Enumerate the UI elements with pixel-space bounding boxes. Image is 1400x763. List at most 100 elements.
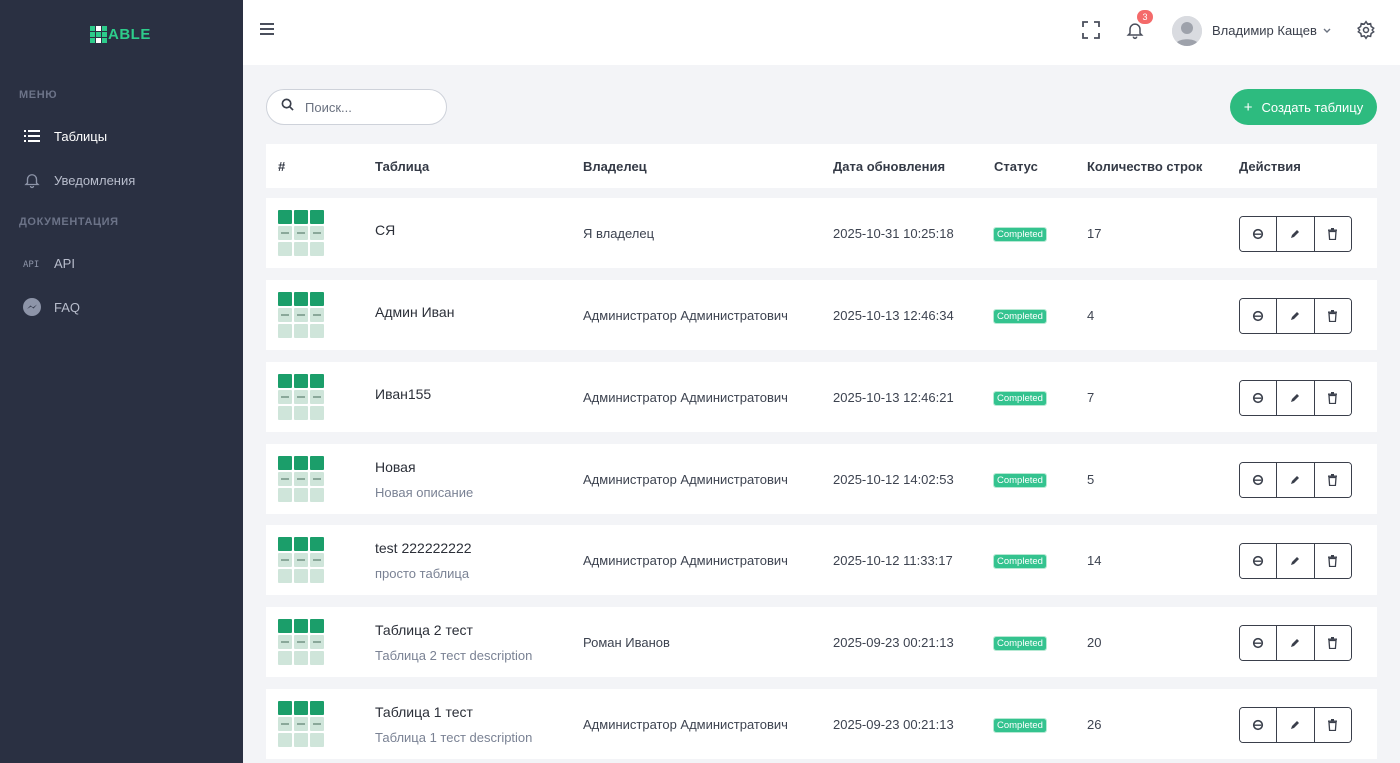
edit-icon[interactable]	[1277, 708, 1315, 742]
open-browser-icon[interactable]	[1240, 626, 1278, 660]
trash-icon[interactable]	[1314, 544, 1351, 578]
updated-cell: 2025-10-31 10:25:18	[833, 226, 954, 241]
menu-icon[interactable]	[260, 22, 278, 40]
table-name[interactable]: Таблица 1 тест	[375, 704, 473, 720]
updated-cell: 2025-10-13 12:46:34	[833, 308, 954, 323]
svg-text:API: API	[23, 260, 39, 268]
owner-cell: Роман Иванов	[583, 635, 670, 650]
trash-icon[interactable]	[1314, 381, 1351, 415]
sidebar-section-docs: ДОКУМЕНТАЦИЯ	[19, 216, 119, 228]
user-name: Владимир Кащев	[1212, 23, 1317, 38]
table-name[interactable]: Таблица 2 тест	[375, 622, 473, 638]
header-table: Таблица	[375, 159, 430, 174]
table-grid-icon	[278, 210, 324, 256]
table-row[interactable]: СЯ Я владелец 2025-10-31 10:25:18 Completed…	[266, 198, 1377, 268]
row-actions	[1239, 625, 1352, 661]
table-name[interactable]: test 222222222	[375, 540, 472, 556]
open-browser-icon[interactable]	[1240, 381, 1278, 415]
sidebar-item-notifications[interactable]: Уведомления	[22, 168, 135, 192]
trash-icon[interactable]	[1314, 217, 1351, 251]
trash-icon[interactable]	[1314, 299, 1351, 333]
sidebar-item-label: FAQ	[54, 299, 81, 315]
table-description: Новая описание	[375, 485, 474, 500]
sidebar-item-api[interactable]: API API	[22, 251, 75, 275]
table-grid-icon	[278, 374, 324, 420]
table-grid-icon	[278, 456, 324, 502]
header-status: Статус	[994, 159, 1038, 174]
messenger-icon	[22, 297, 42, 317]
table-row[interactable]: Админ Иван Администратор Администратович 2…	[266, 280, 1377, 350]
open-browser-icon[interactable]	[1240, 708, 1278, 742]
edit-icon[interactable]	[1277, 463, 1315, 497]
api-icon: API	[22, 253, 42, 273]
create-table-label: Создать таблицу	[1261, 99, 1364, 115]
trash-icon[interactable]	[1314, 626, 1351, 660]
owner-cell: Администратор Администратович	[583, 472, 788, 487]
trash-icon[interactable]	[1314, 708, 1351, 742]
sidebar-item-label: Уведомления	[54, 172, 136, 188]
table-description: Таблица 2 тест description	[375, 648, 533, 663]
open-browser-icon[interactable]	[1240, 463, 1278, 497]
chevron-down-icon	[1323, 26, 1331, 36]
sidebar-item-faq[interactable]: FAQ	[22, 295, 80, 319]
bell-icon	[22, 170, 42, 190]
table-description: Таблица 1 тест description	[375, 730, 533, 745]
row-actions	[1239, 216, 1352, 252]
create-table-button[interactable]: + Создать таблицу	[1230, 89, 1377, 125]
row-actions	[1239, 380, 1352, 416]
table-name[interactable]: Иван155	[375, 386, 431, 402]
open-browser-icon[interactable]	[1240, 299, 1278, 333]
status-badge: Completed	[993, 636, 1047, 651]
table-row[interactable]: Новая Новая описание Администратор Админис…	[266, 444, 1377, 514]
rows-count-cell: 4	[1087, 308, 1095, 323]
owner-cell: Администратор Администратович	[583, 553, 788, 568]
edit-icon[interactable]	[1277, 299, 1315, 333]
rows-count-cell: 5	[1087, 472, 1095, 487]
edit-icon[interactable]	[1277, 626, 1315, 660]
owner-cell: Администратор Администратович	[583, 717, 788, 732]
table-grid-icon	[278, 701, 324, 747]
sidebar-item-tables[interactable]: Таблицы	[22, 124, 107, 148]
trash-icon[interactable]	[1314, 463, 1351, 497]
row-actions	[1239, 707, 1352, 743]
rows-count-cell: 26	[1087, 717, 1102, 732]
row-actions	[1239, 543, 1352, 579]
table-row[interactable]: Иван155 Администратор Администратович 2025…	[266, 362, 1377, 432]
status-badge: Completed	[993, 473, 1047, 488]
row-actions	[1239, 298, 1352, 334]
fullscreen-icon[interactable]	[1080, 19, 1102, 41]
edit-icon[interactable]	[1277, 544, 1315, 578]
table-name[interactable]: Админ Иван	[375, 304, 454, 320]
owner-cell: Я владелец	[583, 226, 655, 241]
logo[interactable]: ABLE	[90, 24, 151, 44]
table-name[interactable]: СЯ	[375, 222, 395, 238]
avatar[interactable]	[1172, 16, 1202, 46]
updated-cell: 2025-09-23 00:21:13	[833, 717, 954, 732]
updated-cell: 2025-10-13 12:46:21	[833, 390, 954, 405]
owner-cell: Администратор Администратович	[583, 308, 788, 323]
settings-icon[interactable]	[1355, 19, 1377, 41]
status-badge: Completed	[993, 227, 1047, 242]
status-badge: Completed	[993, 309, 1047, 324]
table-grid-icon	[278, 619, 324, 665]
rows-count-cell: 20	[1087, 635, 1102, 650]
status-badge: Completed	[993, 391, 1047, 406]
table-grid-icon	[278, 292, 324, 338]
header-updated: Дата обновления	[833, 159, 946, 174]
open-browser-icon[interactable]	[1240, 544, 1278, 578]
table-name[interactable]: Новая	[375, 459, 416, 475]
open-browser-icon[interactable]	[1240, 217, 1278, 251]
row-actions	[1239, 462, 1352, 498]
table-header: # Таблица Владелец Дата обновления Стату…	[266, 144, 1377, 188]
header-owner: Владелец	[583, 159, 647, 174]
table-grid-icon	[278, 537, 324, 583]
table-row[interactable]: Таблица 1 тест Таблица 1 тест description…	[266, 689, 1377, 759]
edit-icon[interactable]	[1277, 217, 1315, 251]
sidebar-section-menu: МЕНЮ	[19, 89, 58, 101]
table-row[interactable]: test 222222222 просто таблица Администрато…	[266, 525, 1377, 595]
updated-cell: 2025-09-23 00:21:13	[833, 635, 954, 650]
edit-icon[interactable]	[1277, 381, 1315, 415]
search-input[interactable]	[305, 99, 425, 115]
user-menu[interactable]: Владимир Кащев	[1212, 23, 1331, 38]
table-row[interactable]: Таблица 2 тест Таблица 2 тест description…	[266, 607, 1377, 677]
